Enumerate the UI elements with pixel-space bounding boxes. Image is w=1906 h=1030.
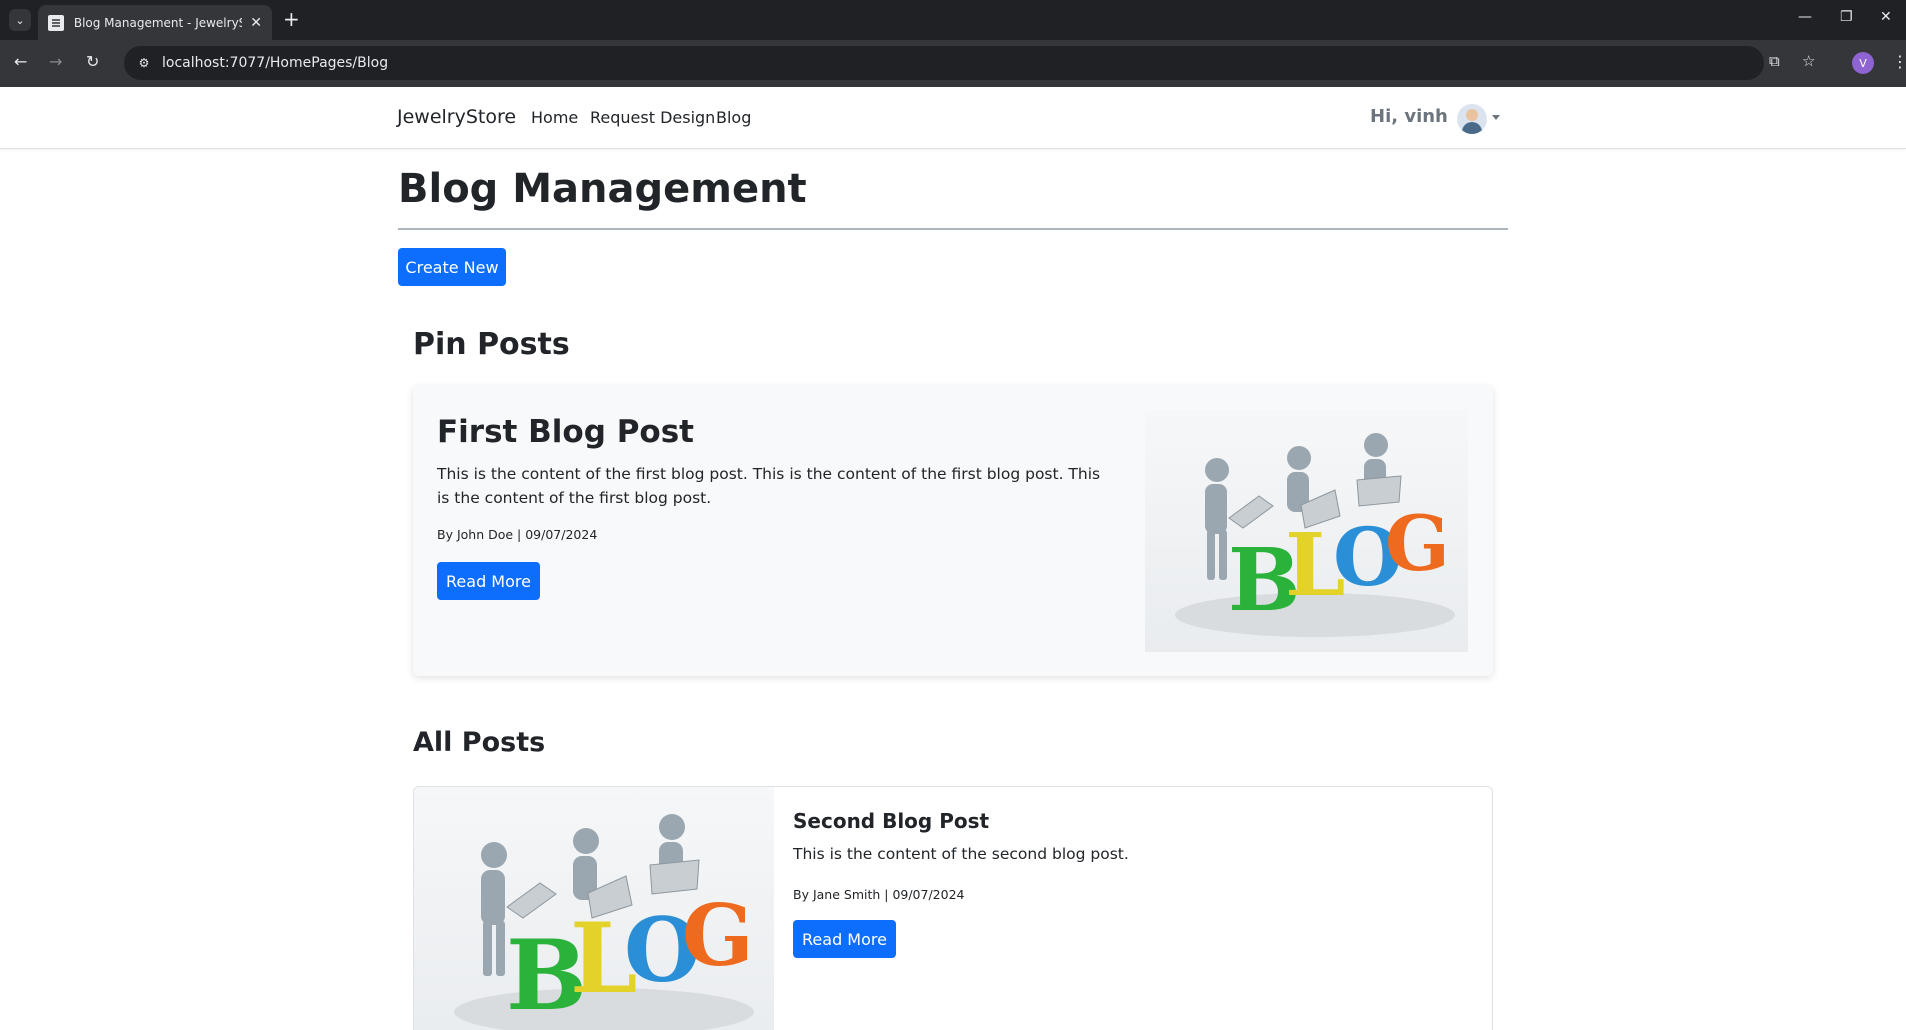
site-navbar: JewelryStore Home Request Design Blog Hi… — [0, 87, 1906, 149]
browser-tab[interactable]: Blog Management - JewelryStore ✕ — [38, 5, 272, 40]
pin-posts-heading: Pin Posts — [413, 327, 570, 362]
letter-g: G — [682, 886, 754, 985]
minimize-icon[interactable]: — — [1798, 9, 1812, 25]
nav-link-request-design[interactable]: Request Design — [590, 108, 715, 127]
browser-menu-icon[interactable]: ⋮ — [1892, 52, 1906, 71]
post-title: First Blog Post — [437, 414, 694, 450]
read-more-button[interactable]: Read More — [793, 920, 896, 958]
read-more-button[interactable]: Read More — [437, 562, 540, 600]
post-meta: By Jane Smith | 09/07/2024 — [793, 887, 965, 902]
bookmark-star-icon[interactable]: ☆ — [1802, 52, 1815, 70]
url-text[interactable]: localhost:7077/HomePages/Blog — [162, 55, 388, 71]
tab-search-icon[interactable]: ⌄ — [9, 9, 31, 31]
create-new-button[interactable]: Create New — [398, 248, 506, 286]
post-content: This is the content of the second blog p… — [793, 845, 1129, 863]
post-image: B L O G — [414, 787, 774, 1030]
user-avatar[interactable] — [1457, 104, 1487, 134]
all-posts-heading: All Posts — [413, 727, 546, 758]
reload-icon[interactable]: ↻ — [86, 52, 99, 71]
chevron-down-icon[interactable] — [1492, 115, 1500, 120]
post-card: B L O G Second Blog Post This is the con… — [413, 786, 1493, 1030]
post-image: B L O G — [1145, 410, 1468, 652]
forward-icon[interactable]: → — [49, 52, 62, 71]
browser-profile-avatar[interactable]: V — [1852, 52, 1874, 74]
close-window-icon[interactable]: ✕ — [1880, 9, 1892, 25]
letter-g: G — [1385, 499, 1450, 588]
close-tab-icon[interactable]: ✕ — [250, 15, 262, 31]
nav-link-home[interactable]: Home — [531, 108, 578, 127]
page-favicon-icon — [48, 14, 64, 31]
pinned-post-card: First Blog Post This is the content of t… — [413, 386, 1493, 676]
page-viewport: JewelryStore Home Request Design Blog Hi… — [0, 87, 1906, 1030]
page-title: Blog Management — [398, 166, 807, 212]
post-meta: By John Doe | 09/07/2024 — [437, 527, 598, 542]
title-divider — [398, 228, 1508, 230]
post-title: Second Blog Post — [793, 809, 990, 833]
nav-link-blog[interactable]: Blog — [716, 108, 751, 127]
address-bar[interactable]: ⚙ localhost:7077/HomePages/Blog — [124, 46, 1764, 80]
browser-toolbar: ← → ↻ ⚙ localhost:7077/HomePages/Blog ⧉ … — [0, 40, 1906, 87]
browser-tab-bar: ⌄ Blog Management - JewelryStore ✕ + — ❐… — [0, 0, 1906, 40]
new-tab-icon[interactable]: + — [283, 9, 300, 29]
translate-icon[interactable]: ⧉ — [1769, 52, 1780, 70]
back-icon[interactable]: ← — [14, 52, 27, 71]
user-greeting: Hi, vinh — [1370, 106, 1448, 127]
tab-title: Blog Management - JewelryStore — [73, 15, 242, 30]
post-content: This is the content of the first blog po… — [437, 465, 1101, 507]
restore-icon[interactable]: ❐ — [1840, 9, 1853, 25]
site-info-icon[interactable]: ⚙ — [136, 55, 152, 71]
navbar-brand[interactable]: JewelryStore — [397, 106, 516, 128]
